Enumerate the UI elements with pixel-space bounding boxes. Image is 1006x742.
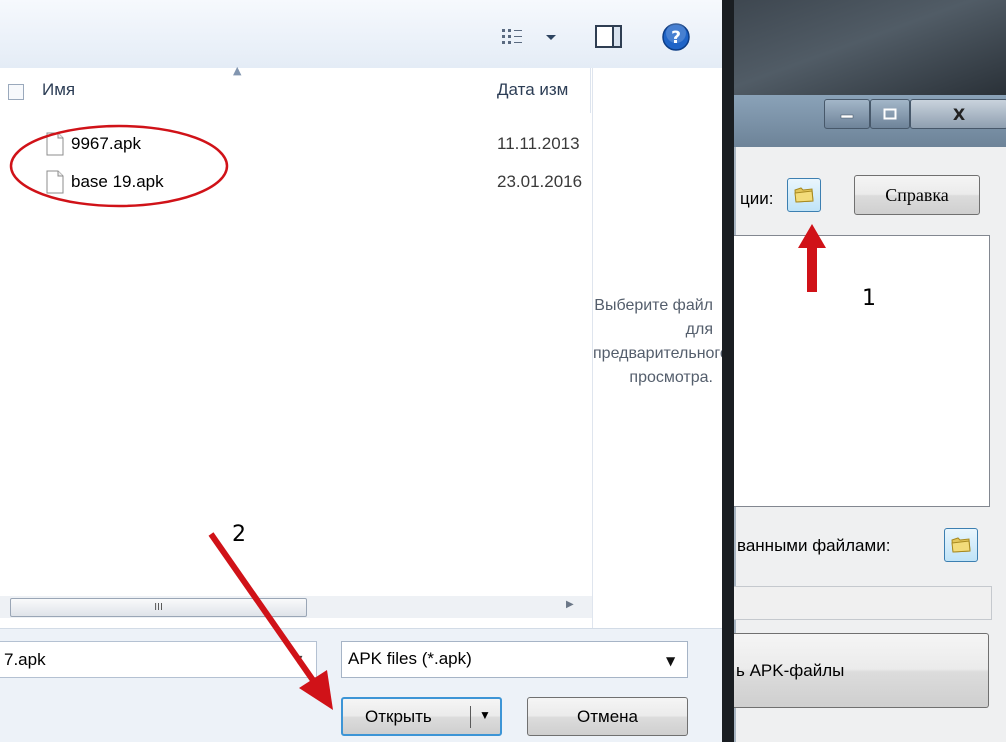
close-icon: X [952,104,966,124]
open-button-label: Открыть [365,707,432,726]
preview-placeholder-text: Выберите файл для предварительного просм… [593,297,722,386]
close-button[interactable]: X [910,99,1006,129]
preview-pane: Выберите файл для предварительного просм… [592,68,722,628]
source-label: ции: [740,189,774,208]
step-number-2: 2 [232,522,246,547]
column-divider[interactable] [590,68,591,113]
view-menu-button[interactable] [494,24,564,50]
open-file-dialog: ? Имя ▲ Дата изм 9967.apk 11.11.2013 bas… [0,0,722,742]
app-help-button[interactable]: Справка [854,175,980,215]
folder-icon [951,537,971,553]
help-icon: ? [662,23,690,51]
step-number-1: 1 [862,286,876,311]
view-menu-icon [502,29,556,44]
preview-pane-icon [595,25,622,48]
browse-source-button[interactable] [787,178,821,212]
target-path-input[interactable] [734,586,992,620]
minimize-icon [840,114,854,119]
scroll-right-icon[interactable]: ▶ [566,599,574,610]
help-button[interactable]: ? [660,22,692,52]
dialog-toolbar: ? [0,0,722,69]
split-divider [470,706,471,728]
minimize-button[interactable] [824,99,870,129]
target-label: ванными файлами: [737,536,891,555]
column-date-header[interactable]: Дата изм [497,80,592,100]
window-controls: X [824,99,1006,129]
sort-ascending-icon: ▲ [233,64,242,77]
red-arrow-2 [208,532,333,710]
open-button[interactable]: Открыть ▼ [341,697,502,736]
file-date: 23.01.2016 [497,172,583,191]
red-arrow-1 [798,224,826,292]
grip-icon: III [154,602,163,613]
file-type-select[interactable]: APK files (*.apk) [341,641,688,678]
cancel-button[interactable]: Отмена [527,697,688,736]
window-divider [722,0,734,742]
maximize-button[interactable] [870,99,910,129]
folder-icon [794,187,814,203]
file-date: 11.11.2013 [497,134,580,153]
preview-pane-button[interactable] [595,24,623,50]
chevron-down-icon[interactable]: ▼ [666,654,675,668]
file-list-box[interactable] [734,235,990,507]
svg-text:?: ? [671,28,681,48]
select-all-checkbox[interactable] [8,84,24,100]
chevron-down-icon[interactable]: ▼ [479,708,491,722]
maximize-icon [883,108,897,120]
process-apk-button[interactable]: ь APK-файлы [734,633,989,708]
column-name-header[interactable]: Имя [42,80,75,100]
highlight-ellipse [9,124,229,208]
desktop-background [734,0,1006,95]
browse-target-button[interactable] [944,528,978,562]
